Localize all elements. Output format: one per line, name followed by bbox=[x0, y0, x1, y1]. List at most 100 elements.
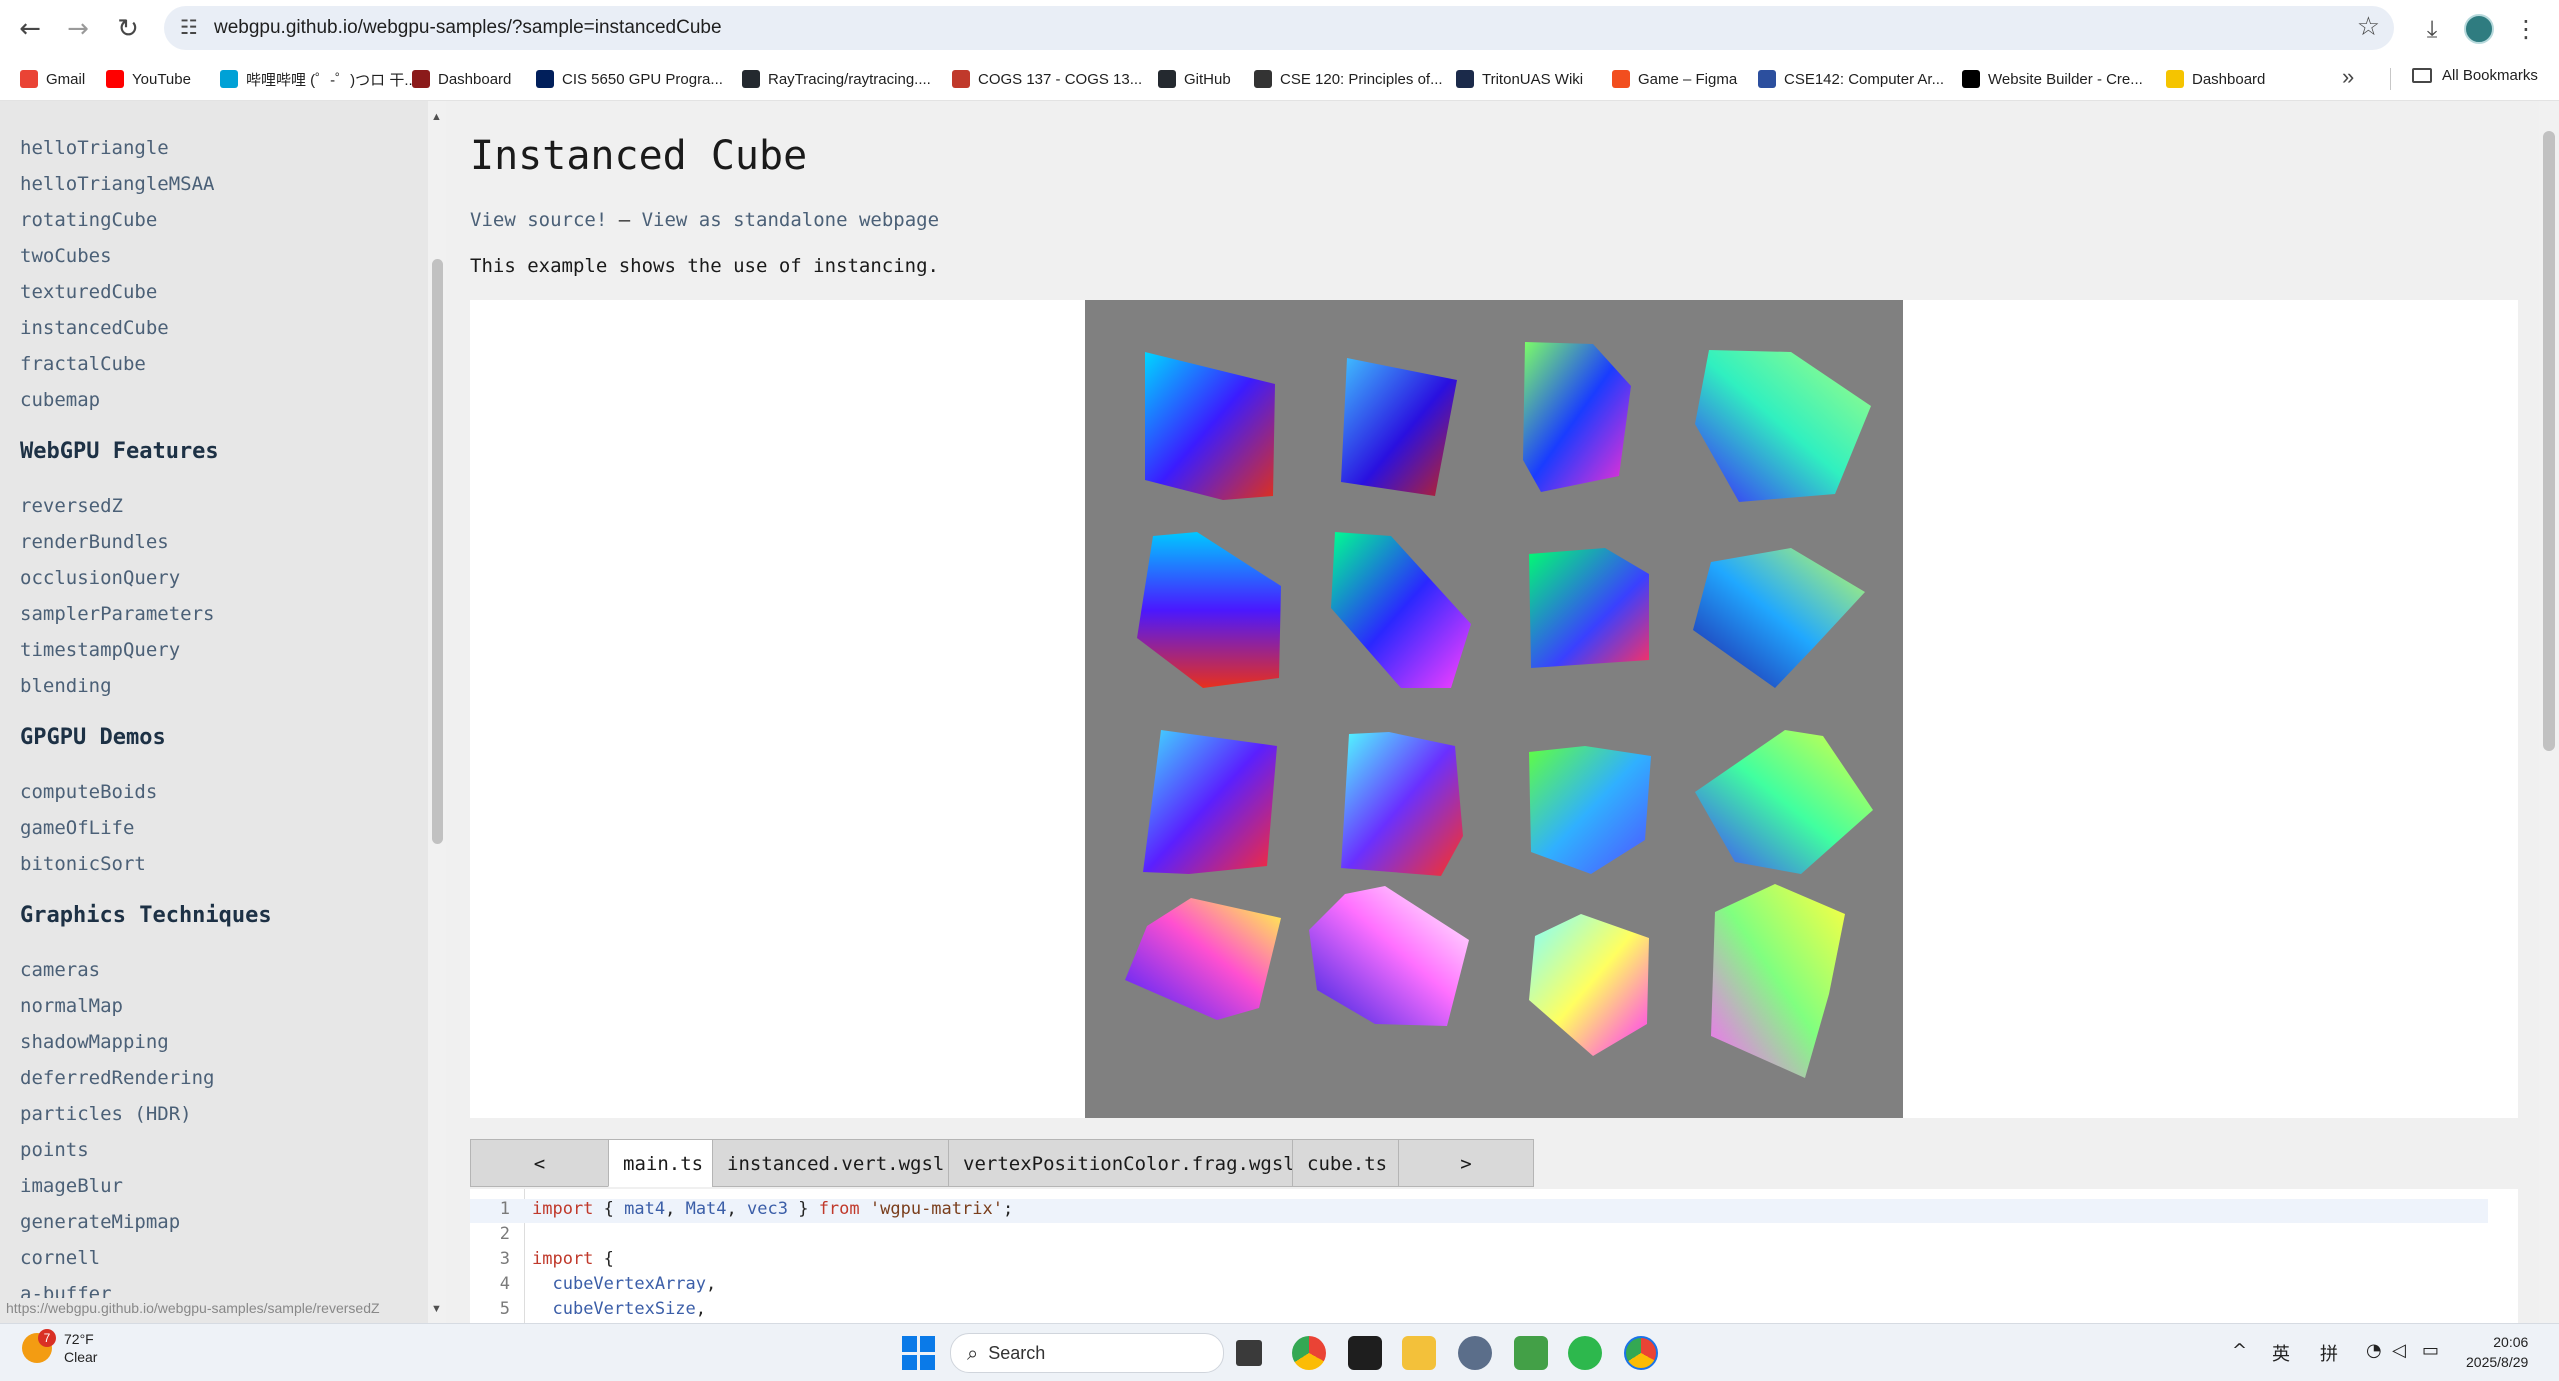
sidebar-item-timestampquery[interactable]: timestampQuery bbox=[20, 639, 180, 661]
sidebar-item-deferredrendering[interactable]: deferredRendering bbox=[20, 1067, 214, 1089]
sidebar-item-fractalcube[interactable]: fractalCube bbox=[20, 353, 146, 375]
taskbar-search[interactable]: ⌕ Search bbox=[950, 1333, 1224, 1373]
wechat-icon[interactable] bbox=[1568, 1336, 1602, 1370]
page-scroll-thumb[interactable] bbox=[2543, 131, 2555, 751]
sidebar-item-normalmap[interactable]: normalMap bbox=[20, 995, 123, 1017]
bookmark-item[interactable]: Website Builder - Cre... bbox=[1962, 67, 2143, 91]
address-bar[interactable]: ☷ webgpu.github.io/webgpu-samples/?sampl… bbox=[164, 6, 2394, 50]
line-number: 3 bbox=[499, 1249, 510, 1269]
sidebar-item-hellotriangle[interactable]: helloTriangle bbox=[20, 137, 169, 159]
sidebar-item-instancedcube[interactable]: instancedCube bbox=[20, 317, 169, 339]
system-clock[interactable]: 20:06 2025/8/29 bbox=[2466, 1332, 2528, 1372]
sidebar-item-texturedcube[interactable]: texturedCube bbox=[20, 281, 157, 303]
sidebar-item-cameras[interactable]: cameras bbox=[20, 959, 100, 981]
weather-widget[interactable]: 7 72°F Clear bbox=[22, 1329, 98, 1366]
sidebar-item-particles-hdr-[interactable]: particles (HDR) bbox=[20, 1103, 192, 1125]
scroll-down-arrow[interactable]: ▼ bbox=[431, 1303, 442, 1315]
settings-gear-icon[interactable] bbox=[1458, 1336, 1492, 1370]
sidebar-item-samplerparameters[interactable]: samplerParameters bbox=[20, 603, 214, 625]
view-standalone-link[interactable]: View as standalone webpage bbox=[642, 209, 939, 231]
view-source-link[interactable]: View source! bbox=[470, 209, 607, 231]
code-editor[interactable]: 1 import { mat4, Mat4, vec3 } from 'wgpu-… bbox=[470, 1189, 2518, 1323]
site-info-icon[interactable]: ☷ bbox=[180, 15, 206, 41]
download-icon[interactable]: ⤓ bbox=[2412, 9, 2452, 49]
back-button[interactable]: ← bbox=[10, 9, 50, 49]
bookmark-favicon-icon bbox=[952, 70, 970, 88]
sidebar-item-renderbundles[interactable]: renderBundles bbox=[20, 531, 169, 553]
tab-vertexpositioncolor-frag-wgsl[interactable]: vertexPositionColor.frag.wgsl bbox=[948, 1139, 1295, 1187]
sidebar-item-imageblur[interactable]: imageBlur bbox=[20, 1175, 123, 1197]
bookmark-favicon-icon bbox=[1962, 70, 1980, 88]
tab-instanced-vert-wgsl[interactable]: instanced.vert.wgsl bbox=[712, 1139, 948, 1187]
bookmark-favicon-icon bbox=[412, 70, 430, 88]
windows-start-icon[interactable] bbox=[902, 1336, 936, 1370]
cube-16 bbox=[1711, 884, 1845, 1078]
sidebar-item-twocubes[interactable]: twoCubes bbox=[20, 245, 112, 267]
bookmark-item[interactable]: GitHub bbox=[1158, 67, 1231, 91]
sidebar-item-gameoflife[interactable]: gameOfLife bbox=[20, 817, 134, 839]
task-view-icon[interactable] bbox=[1236, 1340, 1262, 1366]
sidebar-item-rotatingcube[interactable]: rotatingCube bbox=[20, 209, 157, 231]
ime-english[interactable]: 英 bbox=[2272, 1340, 2290, 1366]
bookmark-item[interactable]: Dashboard bbox=[412, 67, 511, 91]
bookmark-item[interactable]: 哔哩哔哩 (゜-゜)つロ 干... bbox=[220, 67, 417, 91]
menu-kebab-icon[interactable]: ⋮ bbox=[2506, 9, 2546, 49]
volume-icon[interactable]: ◁ bbox=[2392, 1340, 2406, 1361]
bookmark-item[interactable]: TritonUAS Wiki bbox=[1456, 67, 1583, 91]
cube-9 bbox=[1143, 730, 1277, 874]
tab-cube-ts[interactable]: cube.ts bbox=[1292, 1139, 1398, 1187]
sidebar-scrollbar[interactable]: ▲ ▼ bbox=[428, 101, 446, 1323]
sidebar-item-cubemap[interactable]: cubemap bbox=[20, 389, 100, 411]
bookmarks-overflow-icon[interactable]: » bbox=[2342, 64, 2354, 90]
profile-avatar[interactable] bbox=[2464, 14, 2494, 44]
sidebar-item-generatemipmap[interactable]: generateMipmap bbox=[20, 1211, 180, 1233]
sidebar-scroll-thumb[interactable] bbox=[432, 259, 443, 844]
bookmark-favicon-icon bbox=[1612, 70, 1630, 88]
source-links: View source! — View as standalone webpag… bbox=[470, 209, 939, 231]
file-explorer-icon[interactable] bbox=[1402, 1336, 1436, 1370]
bookmark-item[interactable]: RayTracing/raytracing.... bbox=[742, 67, 931, 91]
scroll-up-arrow[interactable]: ▲ bbox=[431, 111, 442, 123]
bookmark-item[interactable]: COGS 137 - COGS 13... bbox=[952, 67, 1142, 91]
chrome-icon[interactable] bbox=[1292, 1336, 1326, 1370]
battery-icon[interactable]: ▭ bbox=[2422, 1340, 2439, 1361]
bookmark-item[interactable]: Dashboard bbox=[2166, 67, 2265, 91]
sidebar-item-computeboids[interactable]: computeBoids bbox=[20, 781, 157, 803]
reload-button[interactable]: ↻ bbox=[108, 9, 148, 49]
sidebar-item-occlusionquery[interactable]: occlusionQuery bbox=[20, 567, 180, 589]
sidebar-item-cornell[interactable]: cornell bbox=[20, 1247, 100, 1269]
webgpu-canvas[interactable] bbox=[1085, 300, 1903, 1118]
bookmark-item[interactable]: Gmail bbox=[20, 67, 85, 91]
sidebar-item-reversedz[interactable]: reversedZ bbox=[20, 495, 123, 517]
tab-main-ts[interactable]: main.ts bbox=[608, 1139, 712, 1187]
tray-chevron-icon[interactable]: ^ bbox=[2232, 1340, 2247, 1361]
bookmark-favicon-icon bbox=[20, 70, 38, 88]
ime-pinyin[interactable]: 拼 bbox=[2320, 1340, 2338, 1366]
bookmark-label: YouTube bbox=[132, 70, 191, 88]
sidebar-item-points[interactable]: points bbox=[20, 1139, 89, 1161]
wifi-icon[interactable]: ◔ bbox=[2366, 1340, 2382, 1361]
bookmark-star-icon[interactable]: ☆ bbox=[2357, 12, 2380, 42]
sidebar-item-bitonicsort[interactable]: bitonicSort bbox=[20, 853, 146, 875]
bookmark-item[interactable]: YouTube bbox=[106, 67, 191, 91]
weather-badge: 7 bbox=[38, 1329, 56, 1347]
bookmark-item[interactable]: CIS 5650 GPU Progra... bbox=[536, 67, 723, 91]
sidebar-item-shadowmapping[interactable]: shadowMapping bbox=[20, 1031, 169, 1053]
tab-scroll-right[interactable]: > bbox=[1398, 1139, 1534, 1187]
app-green-icon[interactable] bbox=[1514, 1336, 1548, 1370]
url-text[interactable]: webgpu.github.io/webgpu-samples/?sample=… bbox=[214, 17, 722, 39]
chrome-active-icon[interactable] bbox=[1624, 1336, 1658, 1370]
bookmark-item[interactable]: CSE142: Computer Ar... bbox=[1758, 67, 1944, 91]
all-bookmarks-button[interactable]: All Bookmarks bbox=[2412, 67, 2538, 84]
bookmark-item[interactable]: Game – Figma bbox=[1612, 67, 1737, 91]
sidebar-item-hellotrianglemsaa[interactable]: helloTriangleMSAA bbox=[20, 173, 214, 195]
weather-condition: Clear bbox=[64, 1349, 98, 1365]
search-label: Search bbox=[988, 1342, 1046, 1363]
tab-scroll-left[interactable]: < bbox=[470, 1139, 608, 1187]
code-text: cubeVertexSize, bbox=[552, 1299, 707, 1319]
forward-button[interactable]: → bbox=[58, 9, 98, 49]
terminal-icon[interactable] bbox=[1348, 1336, 1382, 1370]
page-scrollbar[interactable] bbox=[2539, 101, 2559, 1323]
bookmark-item[interactable]: CSE 120: Principles of... bbox=[1254, 67, 1443, 91]
sidebar-item-blending[interactable]: blending bbox=[20, 675, 112, 697]
